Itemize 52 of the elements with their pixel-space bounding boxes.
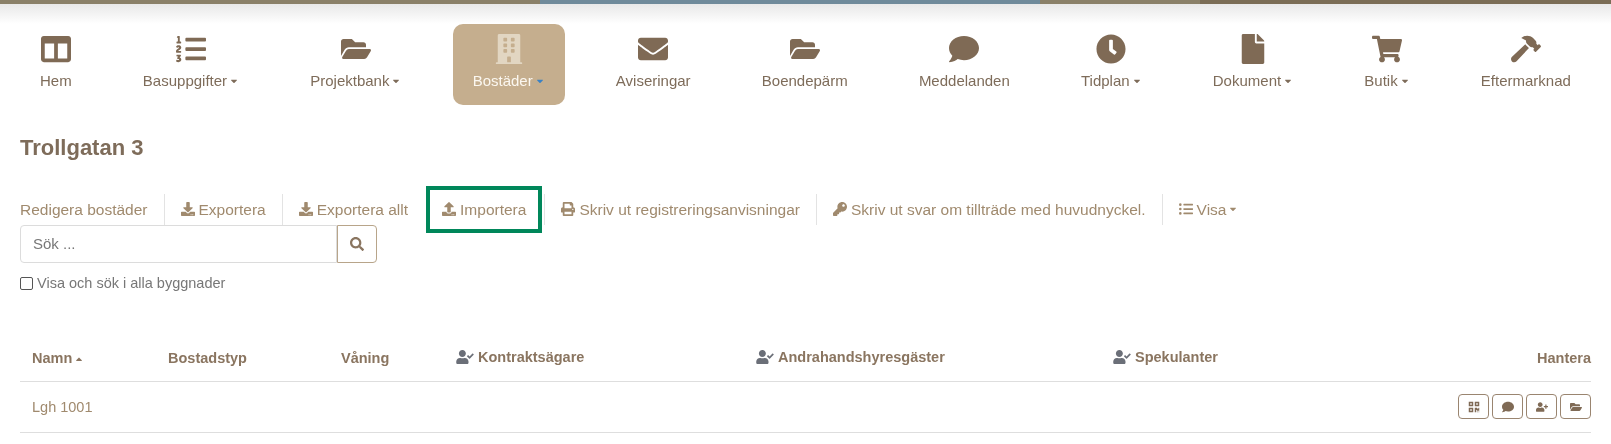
search-field[interactable]: Sök ...	[20, 224, 337, 263]
column-header[interactable]: Kontraktsägare	[456, 336, 756, 382]
nav-item[interactable]: Eftermarknad	[1460, 24, 1591, 105]
building-icon	[493, 34, 524, 64]
nav-item[interactable]: Basuppgifter	[122, 24, 260, 105]
toolbar-link[interactable]: Skriv ut svar om tillträde med huvudnyckel.	[816, 193, 1162, 225]
speech-bubble-icon	[1501, 400, 1514, 413]
printer-icon	[561, 202, 576, 217]
nav-item[interactable]: Hem	[20, 24, 92, 105]
action-button[interactable]	[1526, 394, 1557, 420]
apartment-link[interactable]: Lgh 1001	[32, 399, 93, 416]
nav-item[interactable]: Butik	[1344, 24, 1430, 105]
qr-code-icon	[1467, 400, 1480, 413]
action-button[interactable]	[1458, 394, 1489, 420]
speech-bubble-icon	[949, 34, 980, 64]
nav-item[interactable]: Projektbank	[290, 24, 422, 105]
search-button[interactable]	[337, 224, 377, 263]
nav-item[interactable]: Aviseringar	[595, 24, 711, 105]
search-icon	[350, 236, 364, 251]
nav-item[interactable]: Boendepärm	[741, 24, 868, 105]
clock-icon	[1096, 34, 1127, 64]
nav-item[interactable]: Dokument	[1192, 24, 1314, 105]
key-icon	[832, 202, 847, 217]
column-header[interactable]: Namn	[20, 336, 168, 382]
hammer-icon	[1510, 34, 1541, 64]
checkbox[interactable]	[20, 277, 33, 291]
download-icon	[298, 202, 313, 217]
page-title: Trollgatan 3	[20, 133, 145, 162]
add-user-icon	[1535, 400, 1548, 413]
column-header[interactable]: Våning	[341, 336, 456, 382]
column-header[interactable]: Spekulanter	[1113, 336, 1324, 382]
numbered-list-icon	[175, 34, 206, 64]
toolbar-link[interactable]: Redigera bostäder	[20, 193, 164, 225]
upload-icon	[442, 202, 457, 217]
toolbar-link[interactable]: Exportera allt	[282, 193, 425, 225]
toolbar-link[interactable]: Exportera	[164, 193, 282, 225]
download-icon	[180, 202, 195, 217]
columns-icon	[40, 34, 71, 64]
column-header[interactable]: Bostadstyp	[168, 336, 341, 382]
toolbar-link[interactable]: Importera	[426, 185, 543, 233]
column-header[interactable]: Andrahandshyresgäster	[756, 336, 1113, 382]
action-button[interactable]	[1492, 394, 1523, 420]
toolbar-link[interactable]: Skriv ut registreringsanvisningar	[545, 193, 816, 225]
list-icon	[1178, 202, 1193, 217]
nav-item[interactable]: Meddelanden	[898, 24, 1030, 105]
folder-icon	[1569, 400, 1582, 413]
column-header[interactable]: Hantera	[1323, 336, 1591, 382]
nav-item[interactable]: Tidplan	[1060, 24, 1162, 105]
toolbar-link[interactable]: Visa	[1162, 193, 1255, 225]
checkbox-label: Visa och sök i alla byggnader	[37, 273, 226, 293]
action-button[interactable]	[1560, 394, 1591, 420]
cart-icon	[1372, 34, 1402, 64]
